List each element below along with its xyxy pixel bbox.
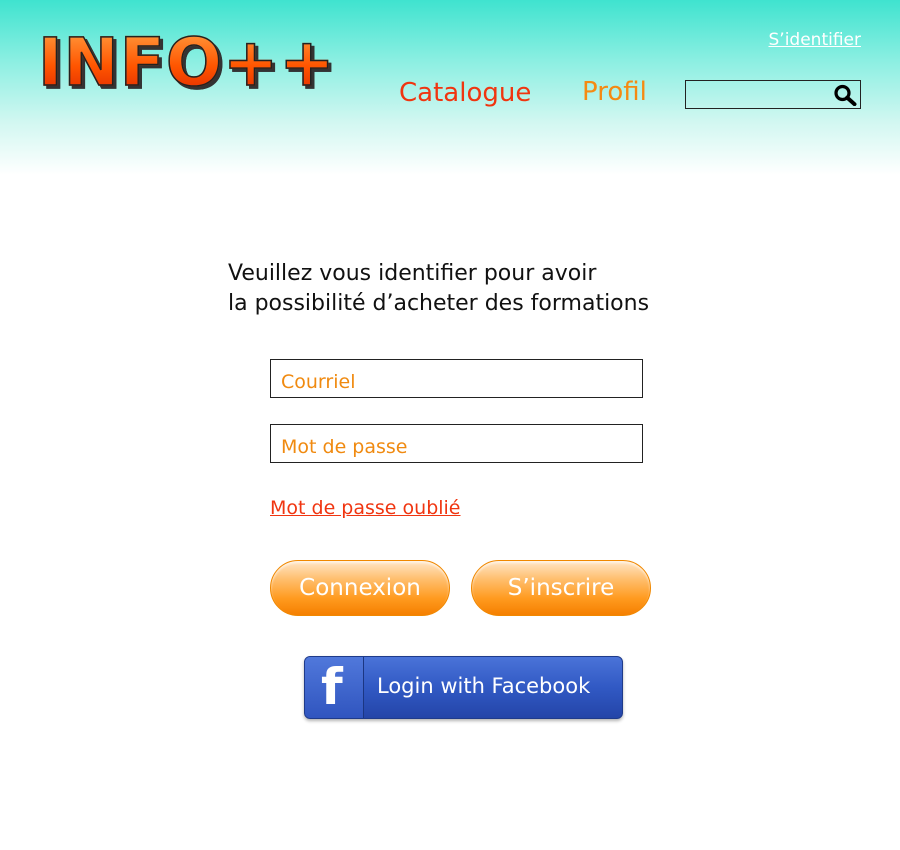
facebook-f-glyph: f xyxy=(321,658,343,716)
search-input[interactable] xyxy=(688,83,832,108)
signin-link[interactable]: S’identifier xyxy=(769,30,862,50)
search-box xyxy=(685,80,861,109)
nav-profil[interactable]: Profil xyxy=(582,77,647,107)
connexion-button[interactable]: Connexion xyxy=(270,560,450,616)
password-field[interactable] xyxy=(279,433,633,461)
facebook-login-label: Login with Facebook xyxy=(377,674,591,698)
intro-line-2: la possibilité d’acheter des formations xyxy=(228,291,650,316)
nav-catalogue[interactable]: Catalogue xyxy=(399,78,531,108)
forgot-password-link[interactable]: Mot de passe oublié xyxy=(270,497,461,519)
email-field-box xyxy=(270,359,643,398)
facebook-icon: f xyxy=(305,657,364,718)
header: INFO++ S’identifier Catalogue Profil xyxy=(0,0,900,175)
login-intro: Veuillez vous identifier pour avoir la p… xyxy=(228,259,768,319)
inscrire-button[interactable]: S’inscrire xyxy=(471,560,651,616)
logo[interactable]: INFO++ xyxy=(37,29,336,97)
intro-line-1: Veuillez vous identifier pour avoir xyxy=(228,261,597,286)
facebook-login-button[interactable]: f Login with Facebook xyxy=(304,656,623,719)
password-field-box xyxy=(270,424,643,463)
email-field[interactable] xyxy=(279,368,633,396)
search-icon[interactable] xyxy=(833,84,857,106)
